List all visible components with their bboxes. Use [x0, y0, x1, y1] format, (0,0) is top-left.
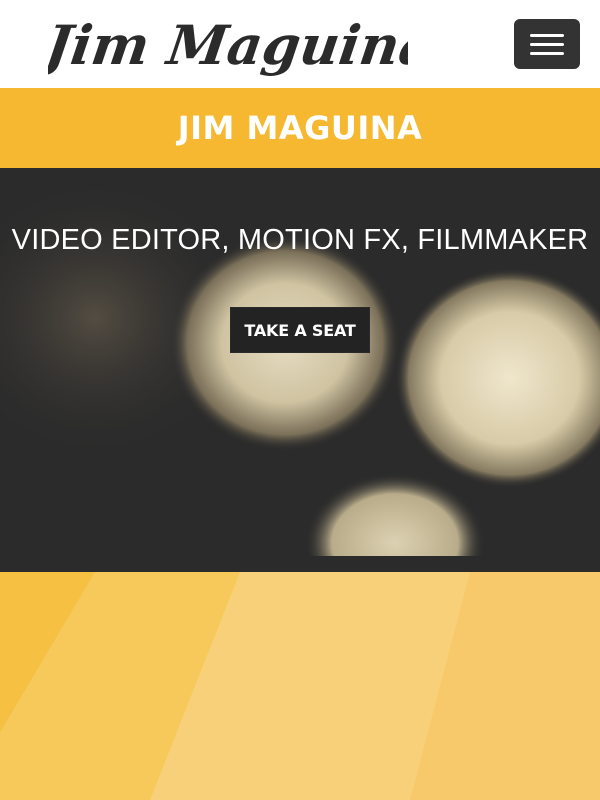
- menu-toggle-button[interactable]: [514, 19, 580, 69]
- svg-text:Jim Maguina: Jim Maguina: [48, 13, 408, 77]
- take-a-seat-button[interactable]: TAKE A SEAT: [230, 307, 370, 353]
- hero-tagline: VIDEO EDITOR, MOTION FX, FILMMAKER: [11, 224, 589, 256]
- hero-section: VIDEO EDITOR, MOTION FX, FILMMAKER TAKE …: [0, 168, 600, 572]
- logo-wordmark: Jim Maguina: [48, 13, 408, 77]
- hamburger-menu-icon: [530, 33, 564, 37]
- hamburger-menu-icon: [530, 42, 564, 46]
- site-logo[interactable]: Jim Maguina: [48, 2, 408, 86]
- feature-section-background: [0, 572, 600, 800]
- hamburger-menu-icon: [530, 51, 564, 55]
- top-navbar: Jim Maguina: [0, 0, 600, 88]
- site-name-heading: JIM MAGUINA: [177, 109, 423, 147]
- name-banner: JIM MAGUINA: [0, 88, 600, 168]
- diagonal-stripes-background: [0, 572, 600, 800]
